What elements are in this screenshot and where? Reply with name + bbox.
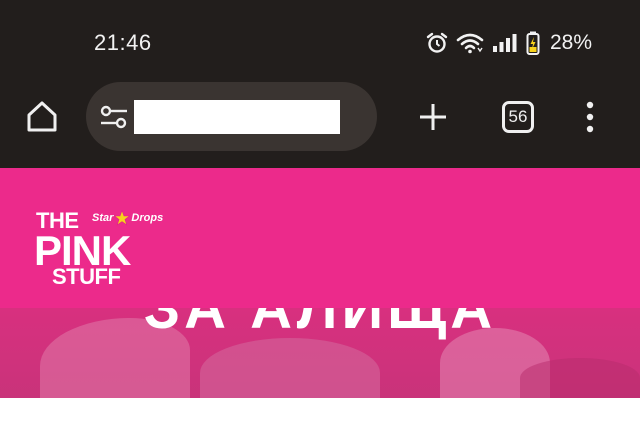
tab-switcher-button[interactable]: 56 <box>502 101 534 133</box>
overflow-menu-icon <box>586 101 594 133</box>
status-time: 21:46 <box>94 30 152 55</box>
status-bar: 21:46 28% <box>0 0 640 82</box>
battery-charging-icon <box>526 31 540 55</box>
plus-icon <box>420 104 446 130</box>
brand-logo[interactable]: THE Star Drops PINK STUFF <box>34 202 164 288</box>
status-icons: 28% <box>426 31 592 55</box>
home-icon <box>27 101 57 132</box>
omnibox[interactable] <box>86 82 377 151</box>
signal-icon <box>492 33 518 53</box>
new-tab-button[interactable] <box>416 100 450 134</box>
hero-section: ЗА АЛИЩА THE Star Drops PINK STUFF <box>0 168 640 398</box>
tab-count: 56 <box>508 107 528 126</box>
site-header: THE Star Drops PINK STUFF <box>0 168 640 308</box>
url-field[interactable] <box>134 100 340 134</box>
browser-toolbar: 56 <box>0 82 640 168</box>
stardrops-logo: Star Drops <box>92 210 163 226</box>
star-icon <box>114 210 131 226</box>
overflow-menu-button[interactable] <box>580 100 600 134</box>
alarm-icon <box>426 32 448 54</box>
logo-text-stuff: STUFF <box>52 264 121 289</box>
tune-icon[interactable] <box>100 105 128 129</box>
home-button[interactable] <box>24 98 60 134</box>
page-body <box>0 398 640 438</box>
wifi-icon <box>456 32 484 54</box>
battery-percent: 28% <box>549 31 592 54</box>
